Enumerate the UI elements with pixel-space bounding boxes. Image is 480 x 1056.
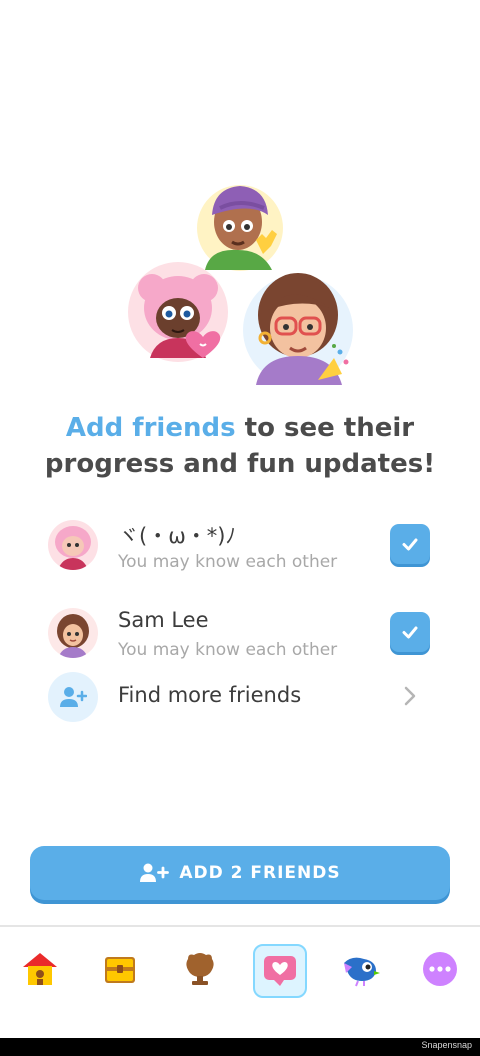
trophy-icon: [186, 953, 214, 985]
friend-suggestion-row[interactable]: Sam Lee You may know each other: [0, 596, 480, 666]
page-headline: Add friends to see their progress and fu…: [0, 410, 480, 482]
headline-highlight: Add friends: [65, 413, 236, 443]
friend-subtitle: You may know each other: [118, 552, 338, 572]
find-more-friends-label: Find more friends: [118, 683, 302, 707]
system-bottom-strip: [0, 1038, 480, 1056]
bottom-tab-bar: [0, 927, 480, 1035]
watermark-text: Snapensnap: [421, 1040, 472, 1050]
tab-friends[interactable]: [253, 944, 307, 998]
checkmark-icon: [402, 538, 418, 551]
add-user-icon: [140, 863, 170, 882]
avatar-pink-hair-illustration: [128, 262, 228, 362]
treasure-chest-icon: [105, 957, 135, 983]
tab-practice[interactable]: [335, 944, 385, 994]
avatar-turban-illustration: [197, 185, 283, 271]
friends-illustration: [128, 185, 353, 385]
friend-suggestion-row[interactable]: ヾ(・ω・*)ﾉ You may know each other: [0, 508, 480, 578]
avatar-glasses-illustration: [243, 273, 353, 385]
add-friends-button[interactable]: ADD 2 FRIENDS: [30, 846, 450, 900]
add-friends-button-label: ADD 2 FRIENDS: [179, 863, 341, 883]
tab-more[interactable]: [415, 944, 465, 994]
select-checkbox[interactable]: [390, 612, 430, 652]
headline-rest: to see their: [235, 413, 415, 443]
tab-treasure[interactable]: [95, 944, 145, 994]
chevron-right-icon: [404, 686, 416, 706]
tab-home[interactable]: [15, 944, 65, 994]
headline-line-1: Add friends to see their: [0, 410, 480, 446]
friend-subtitle: You may know each other: [118, 640, 338, 660]
more-icon: [423, 952, 457, 986]
select-checkbox[interactable]: [390, 524, 430, 564]
add-user-icon: [60, 687, 87, 707]
friend-name: Sam Lee: [118, 608, 209, 632]
heart-bubble-icon: [264, 956, 296, 986]
friend-avatar: [48, 520, 98, 570]
friend-name: ヾ(・ω・*)ﾉ: [118, 524, 236, 548]
tab-leaderboard[interactable]: [175, 944, 225, 994]
home-icon: [23, 953, 57, 985]
friend-avatar: [48, 608, 98, 658]
find-friends-icon-circle: [48, 672, 98, 722]
checkmark-icon: [402, 626, 418, 639]
bird-icon: [344, 957, 380, 987]
headline-line-2: progress and fun updates!: [44, 449, 436, 479]
